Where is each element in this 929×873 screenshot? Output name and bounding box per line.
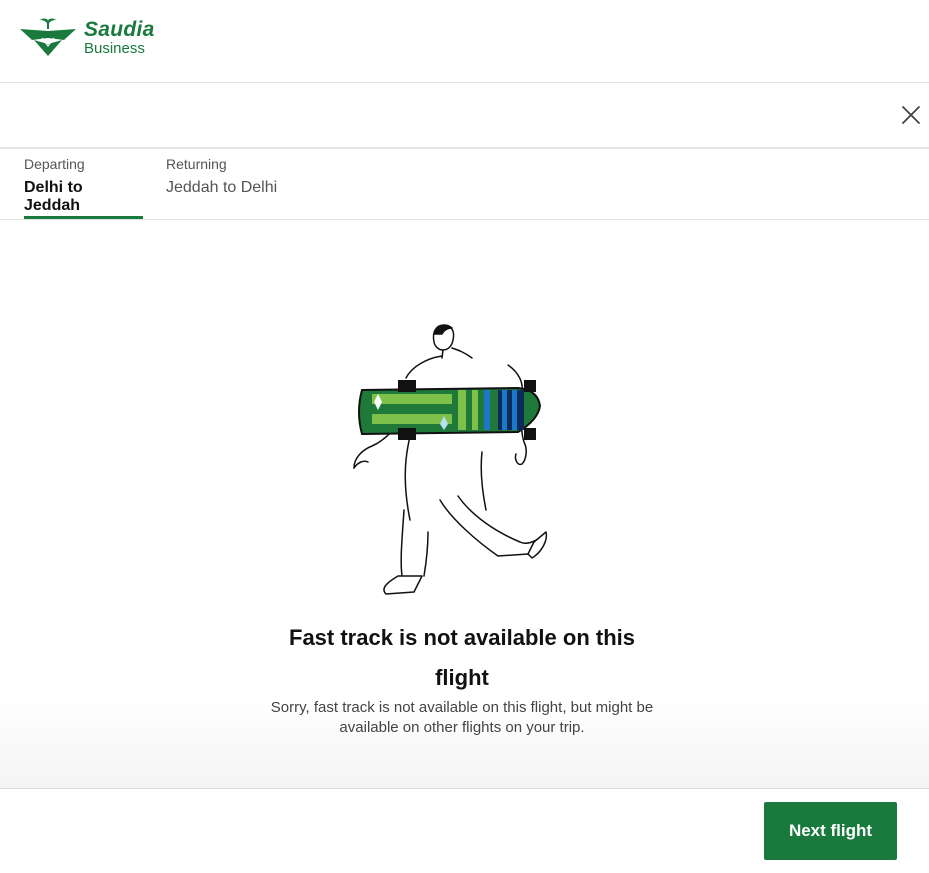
tab-returning[interactable]: Returning Jeddah to Delhi: [166, 156, 291, 219]
saudia-business-logo[interactable]: Saudia Business: [20, 16, 155, 58]
flight-tabs: Departing Delhi to Jeddah Returning Jedd…: [0, 149, 929, 220]
footer-bar: Next flight: [0, 788, 929, 873]
tab-departing[interactable]: Departing Delhi to Jeddah: [24, 156, 143, 219]
person-carrying-skateboard-illustration: [353, 324, 548, 595]
dialog-header: [0, 83, 929, 149]
tab-sub-label: Departing: [24, 156, 85, 172]
unavailable-description: Sorry, fast track is not available on th…: [270, 699, 654, 736]
brand-sub: Business: [84, 39, 145, 57]
tab-route-label: Delhi to Jeddah: [24, 179, 83, 214]
unavailable-title: Fast track is not available on this flig…: [289, 625, 635, 690]
tab-route-label: Jeddah to Delhi: [166, 179, 278, 196]
next-flight-button[interactable]: Next flight: [764, 802, 897, 860]
brand-name: Saudia: [84, 17, 155, 41]
skateboard-icon: [358, 380, 542, 440]
tab-sub-label: Returning: [166, 156, 227, 172]
saudia-palm-logo-icon: [20, 18, 76, 56]
main-content: Fast track is not available on this flig…: [0, 220, 929, 788]
close-icon[interactable]: [899, 103, 923, 127]
top-bar: Saudia Business: [0, 0, 929, 83]
